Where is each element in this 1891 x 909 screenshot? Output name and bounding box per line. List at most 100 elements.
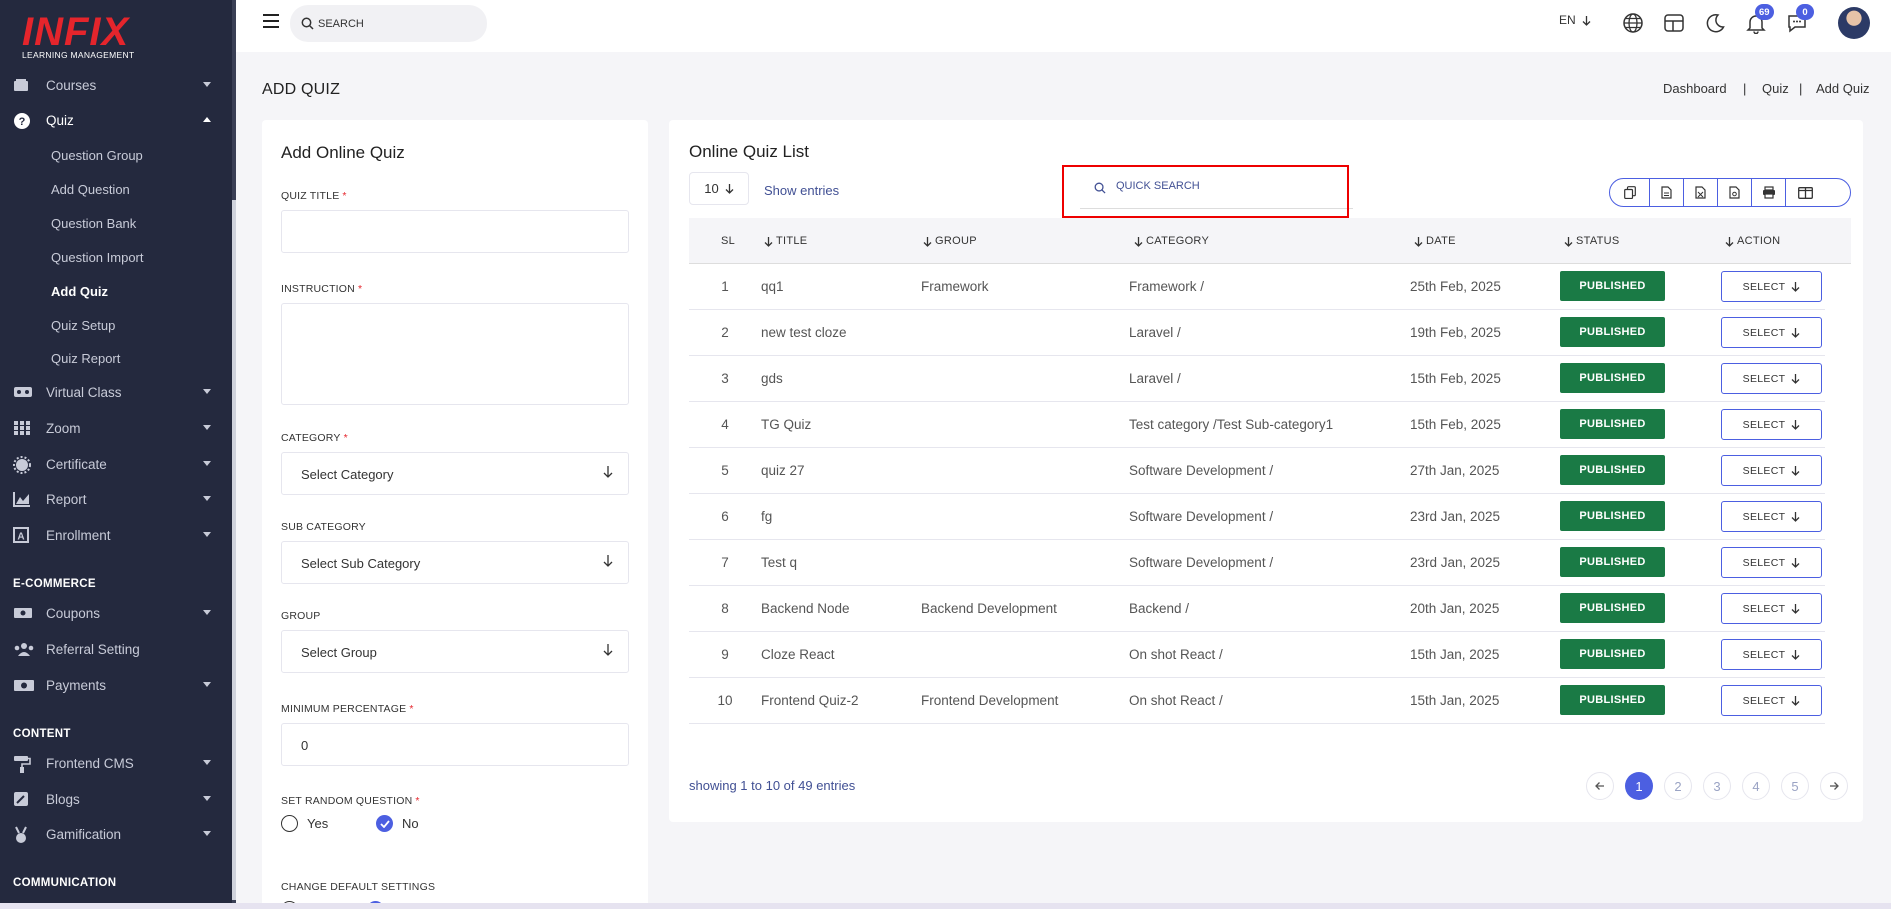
action-select-button[interactable]: SELECT [1721,409,1822,440]
user-avatar[interactable] [1838,7,1870,39]
status-badge: PUBLISHED [1560,639,1665,669]
sidebar-item-courses[interactable]: Courses [0,68,232,102]
column-header-status[interactable]: STATUS [1564,235,1620,247]
sidebar-item-label: Referral Setting [46,641,140,657]
sidebar-sub-add-quiz[interactable]: Add Quiz [51,284,108,299]
sort-arrow-icon [1414,236,1423,247]
action-label: SELECT [1742,372,1786,385]
header-search-input[interactable] [318,14,468,34]
column-header-date[interactable]: DATE [1414,235,1456,247]
pagination-page-1[interactable]: 1 [1625,772,1653,800]
sidebar-item-quiz[interactable]: ? Quiz [0,103,232,137]
column-header-title[interactable]: TITLE [764,235,807,247]
sub-category-select[interactable]: Select Sub Category [281,541,629,584]
sidebar-sub-question-import[interactable]: Question Import [51,250,144,265]
sidebar-item-blogs[interactable]: Blogs [0,782,232,816]
excel-icon[interactable] [1684,179,1718,206]
pagination-next[interactable] [1820,772,1848,800]
required-mark: * [343,432,348,444]
print-icon[interactable] [1752,179,1786,206]
sidebar-item-payments[interactable]: Payments [0,668,232,702]
status-badge: PUBLISHED [1560,455,1665,485]
sidebar-item-referral-setting[interactable]: Referral Setting [0,632,232,666]
instruction-textarea[interactable] [281,303,629,405]
action-select-button[interactable]: SELECT [1721,363,1822,394]
quick-search-input[interactable] [1116,180,1316,192]
pagination-prev[interactable] [1586,772,1614,800]
minimum-percentage-label: MINIMUM PERCENTAGE * [281,703,414,715]
action-label: SELECT [1742,556,1786,569]
status-badge: PUBLISHED [1560,409,1665,439]
sidebar-item-label: Blogs [46,791,80,807]
cell-group: Backend Development [921,601,1057,616]
required-mark: * [357,283,363,295]
breadcrumb-quiz[interactable]: Quiz [1762,81,1789,96]
action-select-button[interactable]: SELECT [1721,271,1822,302]
action-select-button[interactable]: SELECT [1721,593,1822,624]
action-select-button[interactable]: SELECT [1721,639,1822,670]
category-select-value: Select Category [301,467,394,482]
header-search[interactable] [290,5,487,42]
sort-arrow-icon [1134,236,1143,247]
sidebar-item-zoom[interactable]: Zoom [0,411,232,445]
sidebar-item-label: Quiz [46,112,74,128]
sidebar-sub-add-question[interactable]: Add Question [51,182,130,197]
svg-text:?: ? [19,116,26,128]
column-header-action[interactable]: ACTION [1725,235,1780,247]
globe-icon[interactable] [1622,12,1644,34]
pagination-page-5[interactable]: 5 [1781,772,1809,800]
sidebar-sub-question-group[interactable]: Question Group [51,148,143,163]
sidebar-sub-quiz-setup[interactable]: Quiz Setup [51,318,115,333]
menu-toggle-icon[interactable] [263,14,279,28]
page-length-select[interactable]: 10 [689,172,749,205]
sidebar-item-gamification[interactable]: Gamification [0,817,232,851]
quick-search[interactable] [1080,167,1353,209]
app-logo[interactable]: INFIX LEARNING MANAGEMENT [20,12,140,62]
action-select-button[interactable]: SELECT [1721,317,1822,348]
action-select-button[interactable]: SELECT [1721,501,1822,532]
chevron-down-icon [203,610,211,615]
csv-icon[interactable] [1650,179,1684,206]
language-selector[interactable]: EN [1559,13,1591,27]
category-select[interactable]: Select Category [281,452,629,495]
column-header-category[interactable]: CATEGORY [1134,235,1209,247]
sidebar-item-certificate[interactable]: Certificate [0,447,232,481]
column-header-group[interactable]: GROUP [923,235,977,247]
layout-icon[interactable] [1663,12,1685,34]
pagination-page-4[interactable]: 4 [1742,772,1770,800]
copy-icon[interactable] [1610,179,1650,206]
dark-mode-icon[interactable] [1704,12,1726,34]
cell-sl: 6 [721,509,729,524]
pagination-page-3[interactable]: 3 [1703,772,1731,800]
breadcrumb-separator: | [1799,81,1803,96]
cell-category: Backend / [1129,601,1190,616]
action-select-button[interactable]: SELECT [1721,685,1822,716]
sidebar-sub-quiz-report[interactable]: Quiz Report [51,351,120,366]
sidebar-item-report[interactable]: Report [0,482,232,516]
arrow-down-icon [603,554,613,567]
message-icon[interactable]: 0 [1786,4,1814,34]
bottom-scrollbar[interactable] [0,903,1891,909]
sidebar-item-virtual-class[interactable]: Virtual Class [0,375,232,409]
columns-icon[interactable] [1786,179,1824,206]
group-select[interactable]: Select Group [281,630,629,673]
sidebar-scrollbar-thumb[interactable] [232,200,236,900]
sidebar-item-frontend-cms[interactable]: Frontend CMS [0,746,232,780]
random-no-radio[interactable]: No [376,815,419,832]
quiz-title-input[interactable] [281,210,629,253]
random-yes-radio[interactable]: Yes [281,815,328,832]
notification-bell-icon[interactable]: 69 [1745,4,1774,34]
column-label: TITLE [776,235,808,247]
sidebar-item-coupons[interactable]: Coupons [0,596,232,630]
pagination-page-2[interactable]: 2 [1664,772,1692,800]
arrow-down-icon [1791,281,1800,292]
minimum-percentage-input[interactable]: 0 [281,723,629,766]
breadcrumb-dashboard[interactable]: Dashboard [1663,81,1727,96]
action-select-button[interactable]: SELECT [1721,455,1822,486]
column-header-sl[interactable]: SL [721,235,735,247]
message-count-badge: 0 [1796,4,1814,20]
pdf-icon[interactable] [1718,179,1752,206]
sidebar-item-enrollment[interactable]: A Enrollment [0,518,232,552]
sidebar-sub-question-bank[interactable]: Question Bank [51,216,136,231]
action-select-button[interactable]: SELECT [1721,547,1822,578]
